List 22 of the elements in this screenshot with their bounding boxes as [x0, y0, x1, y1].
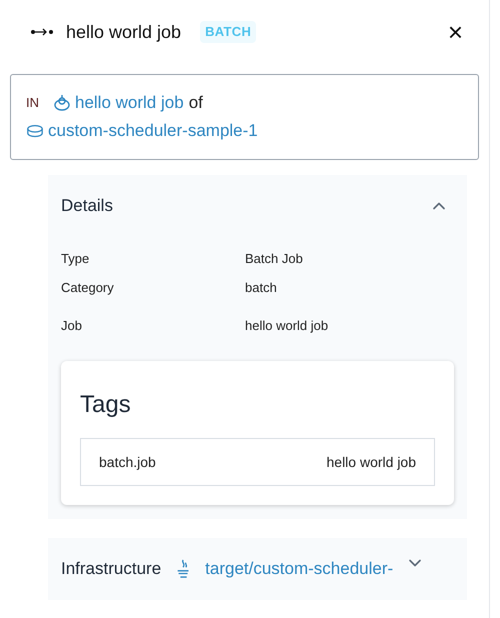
job-icon: [30, 27, 54, 37]
card-title: Tags: [80, 390, 132, 420]
tag-value: hello world job: [326, 452, 416, 472]
connector-text: of: [188, 92, 203, 114]
infrastructure-link[interactable]: target/custom-scheduler-: [205, 556, 394, 582]
close-button[interactable]: ×: [448, 19, 463, 45]
job-badge-icon: [53, 94, 71, 112]
context-prefix: IN: [26, 94, 39, 112]
entity-link[interactable]: hello world job: [75, 89, 184, 117]
detail-value: hello world job: [245, 316, 330, 335]
section-title[interactable]: Details: [61, 193, 113, 218]
section-title[interactable]: Infrastructure: [61, 556, 162, 582]
detail-label: Job: [61, 316, 83, 334]
detail-label: Type: [61, 250, 90, 268]
type-badge: BATCH: [200, 21, 256, 43]
detail-label: Category: [61, 279, 115, 297]
panel-title: hello world job: [66, 20, 182, 44]
tag-key: batch.job: [99, 452, 156, 472]
database-icon: [26, 124, 44, 138]
detail-value: Batch Job: [245, 250, 304, 268]
detail-value: batch: [245, 279, 278, 297]
parent-link[interactable]: custom-scheduler-sample-1: [48, 117, 258, 145]
